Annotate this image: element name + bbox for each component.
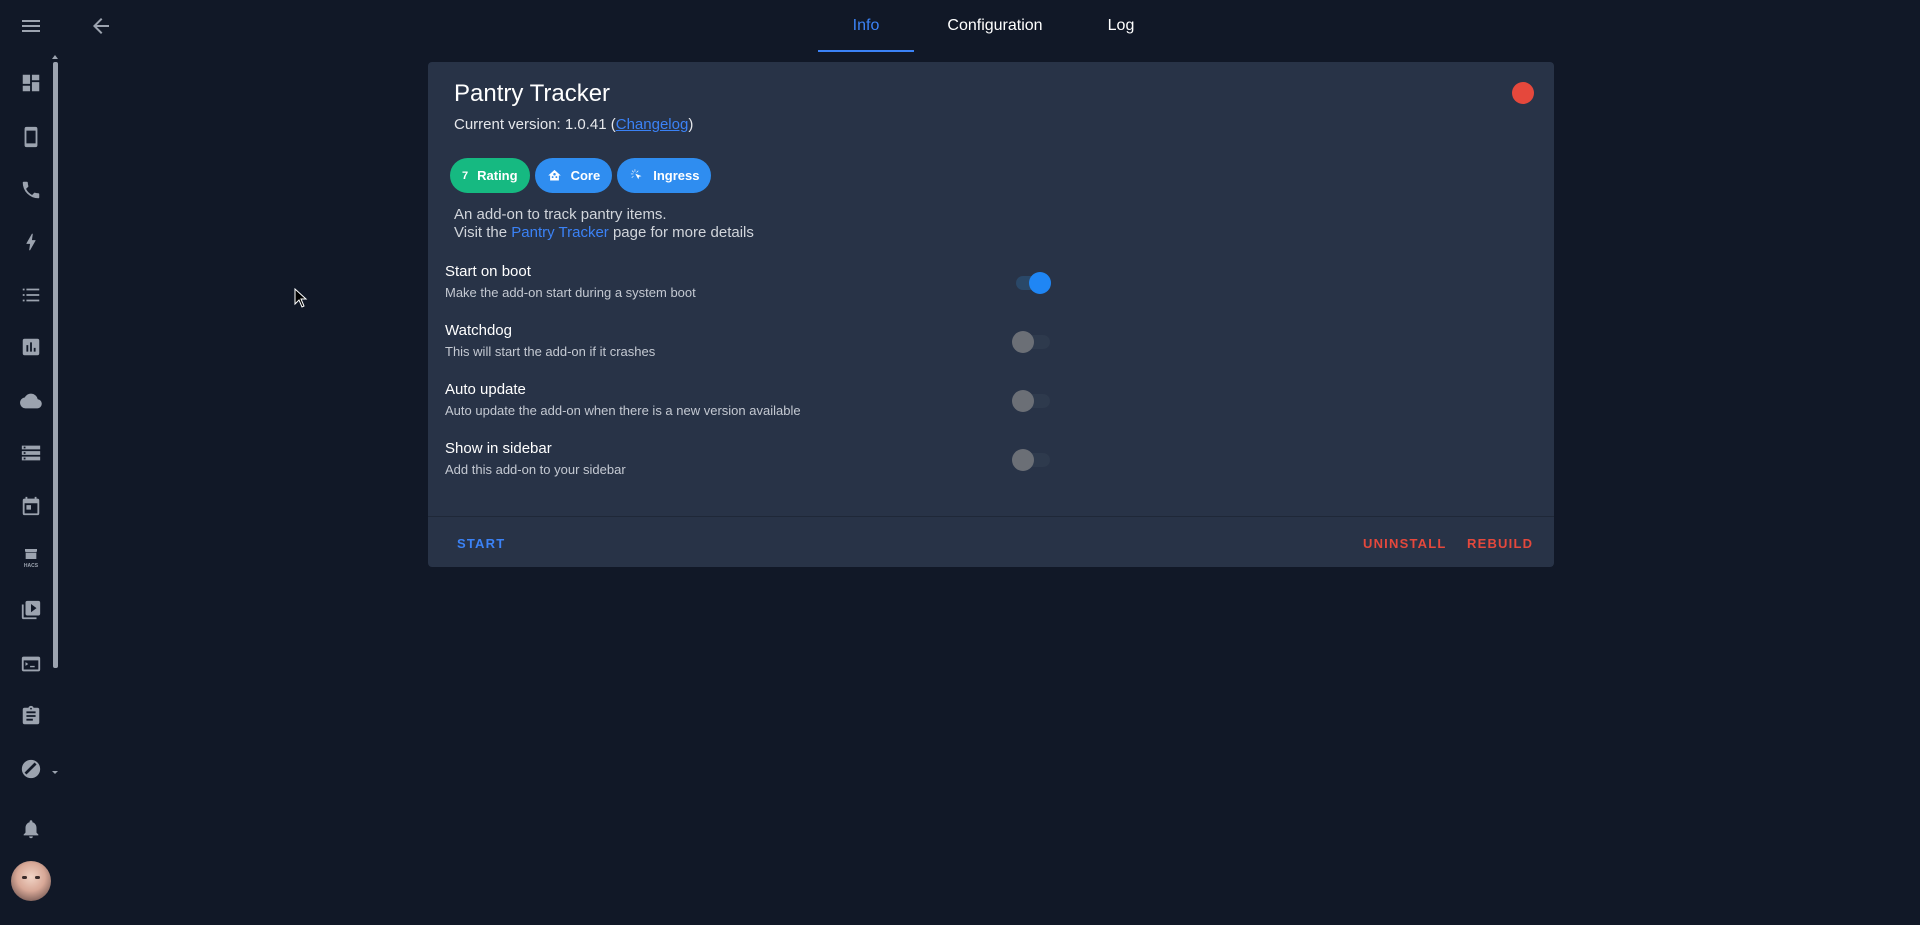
clipboard-icon[interactable] <box>19 704 43 728</box>
home-assistant-icon <box>547 168 562 183</box>
server-icon[interactable] <box>19 441 43 465</box>
chevron-down-icon[interactable] <box>52 771 58 774</box>
card-divider <box>428 516 1554 517</box>
menu-icon[interactable] <box>19 14 43 38</box>
sidebar-scrollbar[interactable] <box>53 62 58 668</box>
current-version: Current version: 1.0.41 (Changelog) <box>454 116 693 133</box>
version-text: Current version: 1.0.41 ( <box>454 116 616 133</box>
back-arrow-icon[interactable] <box>89 14 113 38</box>
dashboard-icon[interactable] <box>19 71 43 95</box>
core-badge[interactable]: Core <box>534 158 613 193</box>
hacs-icon[interactable]: HACS <box>19 546 43 570</box>
option-subtitle: Auto update the add-on when there is a n… <box>445 403 801 418</box>
option-title: Show in sidebar <box>445 440 552 457</box>
show-in-sidebar-toggle[interactable] <box>1012 446 1052 471</box>
option-title: Start on boot <box>445 263 531 280</box>
rebuild-button[interactable]: REBUILD <box>1467 536 1533 551</box>
option-subtitle: Make the add-on start during a system bo… <box>445 285 696 300</box>
tab-configuration[interactable]: Configuration <box>914 0 1076 52</box>
option-auto-update: Auto update Auto update the add-on when … <box>445 381 1245 418</box>
option-watchdog: Watchdog This will start the add-on if i… <box>445 322 1245 359</box>
option-title: Auto update <box>445 381 526 398</box>
option-start-on-boot: Start on boot Make the add-on start duri… <box>445 263 1245 300</box>
addon-page-link[interactable]: Pantry Tracker <box>511 224 609 241</box>
visit-prefix: Visit the <box>454 224 512 241</box>
chart-icon[interactable] <box>19 335 43 359</box>
auto-update-toggle[interactable] <box>1012 387 1052 412</box>
scroll-up-arrow[interactable] <box>52 55 58 59</box>
visit-line: Visit the Pantry Tracker page for more d… <box>454 224 754 242</box>
cloud-icon[interactable] <box>19 389 43 413</box>
option-show-in-sidebar: Show in sidebar Add this add-on to your … <box>445 440 1245 477</box>
terminal-icon[interactable] <box>19 652 43 676</box>
sidebar: HACS <box>0 0 58 925</box>
option-subtitle: Add this add-on to your sidebar <box>445 462 626 477</box>
lightning-icon[interactable] <box>19 230 43 254</box>
ingress-badge[interactable]: Ingress <box>617 158 712 193</box>
avatar[interactable] <box>11 861 51 901</box>
cursor-click-icon <box>629 168 644 183</box>
start-on-boot-toggle[interactable] <box>1012 269 1052 294</box>
badge-row: 7 Rating Core Ingress <box>450 158 712 193</box>
rating-label: Rating <box>477 168 518 183</box>
rating-value: 7 <box>462 169 469 182</box>
developer-tools-icon[interactable] <box>19 757 43 781</box>
status-indicator <box>1512 82 1534 104</box>
tab-bar: Info Configuration Log <box>818 0 1166 52</box>
version-suffix: ) <box>688 116 694 133</box>
ingress-label: Ingress <box>653 168 700 183</box>
tab-info[interactable]: Info <box>818 0 914 52</box>
uninstall-button[interactable]: UNINSTALL <box>1363 536 1447 551</box>
hacs-label: HACS <box>23 563 39 569</box>
watchdog-toggle[interactable] <box>1012 328 1052 353</box>
rating-badge[interactable]: 7 Rating <box>450 158 530 193</box>
option-subtitle: This will start the add-on if it crashes <box>445 344 656 359</box>
description-text: An add-on to track pantry items. <box>454 206 667 223</box>
visit-suffix: page for more details <box>608 224 754 241</box>
option-title: Watchdog <box>445 322 512 339</box>
tablet-icon[interactable] <box>19 125 43 149</box>
calendar-icon[interactable] <box>19 494 43 518</box>
core-label: Core <box>570 168 601 183</box>
addon-title: Pantry Tracker <box>454 80 611 107</box>
phone-icon[interactable] <box>19 178 43 202</box>
bell-icon[interactable] <box>19 817 43 841</box>
addon-info-card: Pantry Tracker Current version: 1.0.41 (… <box>428 62 1554 567</box>
list-icon[interactable] <box>19 283 43 307</box>
changelog-link[interactable]: Changelog <box>616 116 689 133</box>
media-icon[interactable] <box>19 598 43 622</box>
start-button[interactable]: START <box>457 536 505 551</box>
addon-description: An add-on to track pantry items. Visit t… <box>454 206 754 242</box>
tab-log[interactable]: Log <box>1076 0 1166 52</box>
